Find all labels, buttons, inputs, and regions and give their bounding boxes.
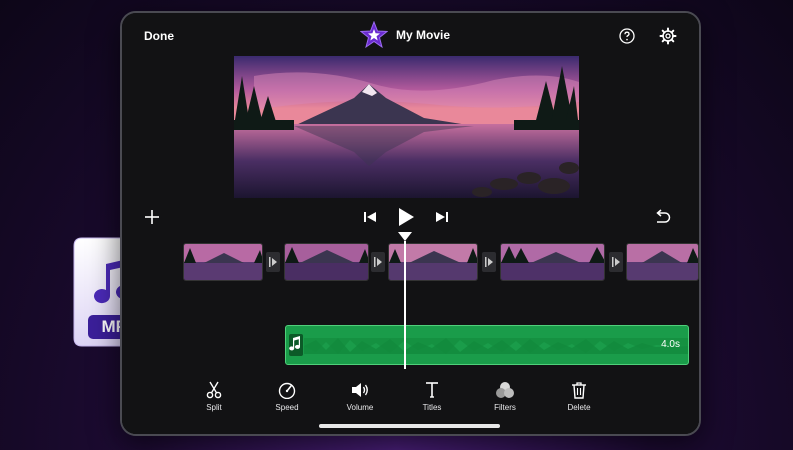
filters-label: Filters: [494, 403, 516, 412]
video-clip-4[interactable]: [500, 243, 605, 281]
home-indicator[interactable]: [319, 424, 500, 428]
plus-icon[interactable]: [144, 209, 160, 225]
speed-label: Speed: [275, 403, 299, 412]
text-t-icon: [426, 382, 438, 398]
playback-controls: [122, 203, 699, 231]
delete-label: Delete: [567, 403, 591, 412]
play-icon[interactable]: [397, 207, 415, 227]
gear-icon[interactable]: [659, 27, 677, 45]
video-clip-5[interactable]: [626, 243, 699, 281]
transition-2[interactable]: [371, 252, 385, 272]
transition-3[interactable]: [482, 252, 496, 272]
split-button[interactable]: Split: [189, 381, 239, 412]
video-clip-2[interactable]: [284, 243, 369, 281]
transition-4[interactable]: [609, 252, 623, 272]
volume-button[interactable]: Volume: [335, 381, 385, 412]
audio-duration: 4.0s: [661, 339, 680, 350]
video-clip-3[interactable]: [388, 243, 478, 281]
star-icon: [360, 21, 388, 49]
project-title: My Movie: [396, 28, 451, 42]
title-area: My Movie: [360, 21, 450, 49]
tablet-device: Done My Movie 4.0s Split Speed Volume Ti…: [120, 11, 701, 436]
filters-button[interactable]: Filters: [480, 381, 530, 412]
mountain-lake-scene: [234, 56, 579, 198]
trash-icon: [572, 382, 586, 399]
clip-thumbnail: [285, 244, 368, 280]
audio-waveform: [304, 338, 688, 354]
clip-thumbnail: [627, 244, 698, 280]
music-badge: [289, 334, 303, 356]
delete-button[interactable]: Delete: [554, 381, 604, 412]
speaker-icon: [352, 383, 368, 397]
question-circle-icon[interactable]: [619, 28, 635, 44]
clip-thumbnail: [501, 244, 604, 280]
timeline[interactable]: 4.0s: [122, 235, 699, 375]
split-label: Split: [206, 403, 222, 412]
transition-icon: [485, 257, 493, 267]
volume-label: Volume: [346, 403, 374, 412]
audio-track[interactable]: 4.0s: [285, 325, 689, 365]
titles-button[interactable]: Titles: [407, 381, 457, 412]
top-bar: Done My Movie: [122, 13, 699, 57]
filters-circles-icon: [496, 382, 514, 398]
undo-icon[interactable]: [653, 209, 671, 225]
titles-label: Titles: [422, 403, 442, 412]
playhead-marker[interactable]: [398, 232, 412, 241]
transition-icon: [612, 257, 620, 267]
transition-icon: [374, 257, 382, 267]
editor-screen: Done My Movie 4.0s Split Speed Volume Ti…: [122, 13, 699, 434]
skip-forward-icon[interactable]: [435, 210, 449, 224]
done-button[interactable]: Done: [144, 29, 174, 43]
scissors-icon: [206, 381, 222, 399]
video-preview: [234, 56, 579, 198]
video-clip-1[interactable]: [183, 243, 263, 281]
clip-thumbnail: [389, 244, 477, 280]
transition-1[interactable]: [266, 252, 280, 272]
skip-back-icon[interactable]: [363, 210, 377, 224]
transition-icon: [269, 257, 277, 267]
speed-button[interactable]: Speed: [262, 381, 312, 412]
music-note-icon: [289, 336, 300, 351]
playhead[interactable]: [404, 241, 406, 369]
speedometer-icon: [278, 382, 296, 399]
clip-thumbnail: [184, 244, 262, 280]
